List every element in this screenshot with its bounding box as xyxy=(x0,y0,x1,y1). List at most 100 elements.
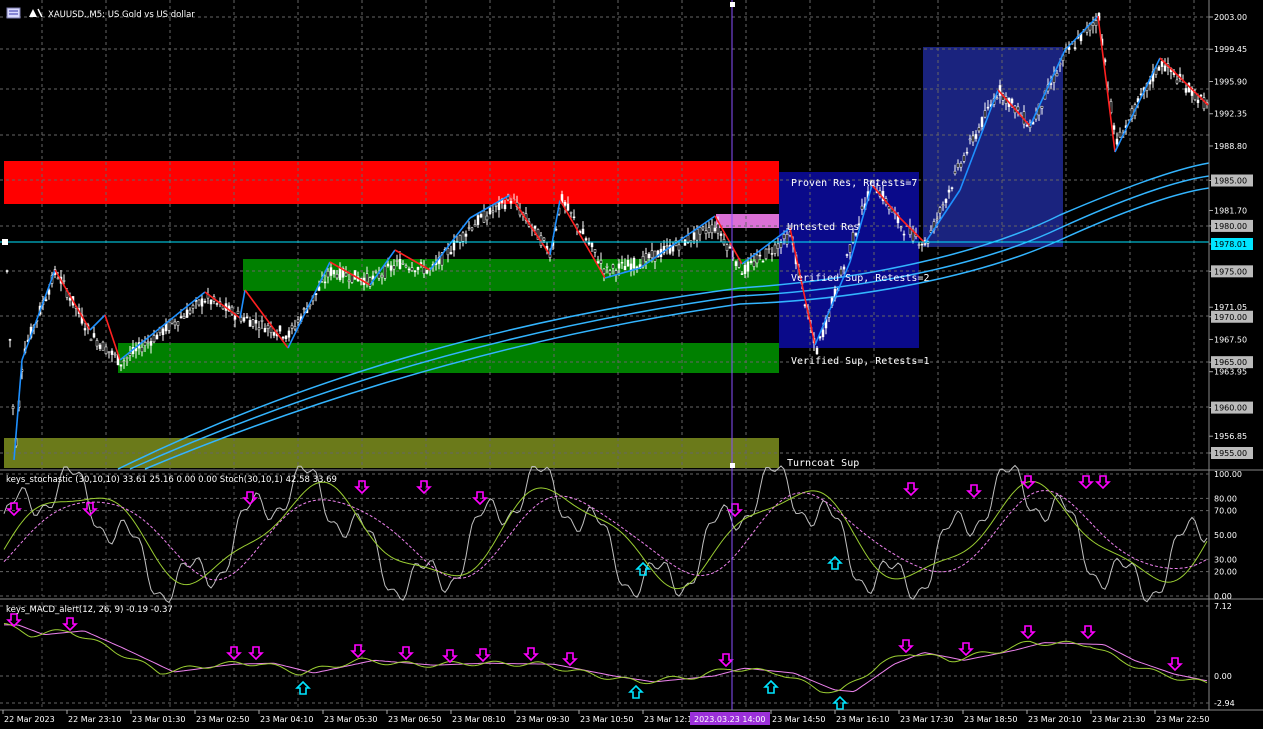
candle-body xyxy=(302,308,306,311)
candle-body xyxy=(716,223,720,234)
candle-body xyxy=(776,243,780,250)
crosshair-handle-bottom[interactable] xyxy=(730,463,735,468)
zone-label-verified-sup-2: Verified Sup, Retests=2 xyxy=(791,273,929,284)
macd-sell-arrow-icon xyxy=(562,652,578,667)
candle-body xyxy=(281,336,285,339)
candle-body xyxy=(599,260,603,264)
candle-body xyxy=(608,270,612,274)
candle-body xyxy=(380,274,384,278)
candle-body xyxy=(1160,61,1164,67)
candle-body xyxy=(1163,65,1167,72)
candle-body xyxy=(632,257,636,269)
candle-body xyxy=(89,338,93,342)
chart-window-icon[interactable] xyxy=(6,7,21,19)
macd-signal-line xyxy=(4,624,1208,693)
candle-body xyxy=(617,263,621,269)
candle-body xyxy=(413,270,417,273)
candle-body xyxy=(947,189,951,193)
candle-body xyxy=(365,273,369,283)
macd-axis-label: 7.12 xyxy=(1214,602,1232,611)
sell-signal-arrow-icon xyxy=(6,502,22,517)
stochastic-panel[interactable]: 100.00 80.00 70.00 50.00 30.00 20.00 0.00 keys… xyxy=(0,464,1242,604)
time-axis-label: 23 Mar 04:10 xyxy=(260,715,313,724)
candle-body xyxy=(713,227,717,232)
candle-body xyxy=(287,330,291,338)
time-axis-label: 23 Mar 16:10 xyxy=(836,715,889,724)
stochastic-axis-label: 70.00 xyxy=(1214,507,1237,516)
trading-chart[interactable]: Proven Res, Retests=7 Untested Res Verif… xyxy=(0,0,1263,729)
candle-body xyxy=(944,199,948,203)
macd-sell-arrow-icon xyxy=(1020,625,1036,640)
candle-body xyxy=(5,270,9,272)
candle-body xyxy=(98,344,102,349)
time-axis-label: 22 Mar 23:10 xyxy=(68,715,121,724)
candle-body xyxy=(392,265,396,270)
crosshair-handle-top[interactable] xyxy=(730,2,735,7)
candle-body xyxy=(101,341,105,351)
zone-label-turncoat-sup: Turncoat Sup xyxy=(787,458,859,469)
chart-title: XAUUSD.,M5: US Gold vs US dollar xyxy=(48,10,195,20)
price-line-handle-left[interactable] xyxy=(2,239,8,245)
candle-body xyxy=(1196,99,1200,103)
candle-body xyxy=(503,204,507,210)
candle-body xyxy=(470,227,474,231)
macd-sell-arrow-icon xyxy=(1080,625,1096,640)
candle-body xyxy=(482,210,486,223)
candle-body xyxy=(779,242,783,248)
stochastic-axis-label: 0.00 xyxy=(1214,592,1232,601)
candle-body xyxy=(719,233,723,236)
candle-body xyxy=(623,266,627,271)
price-panel[interactable]: Proven Res, Retests=7 Untested Res Verif… xyxy=(0,0,1210,470)
buy-signal-arrow-icon xyxy=(827,555,843,570)
candle-body xyxy=(476,215,480,225)
candle-body xyxy=(707,227,711,233)
candle-body xyxy=(284,335,288,339)
candle-body xyxy=(422,267,426,274)
macd-sell-arrow-icon xyxy=(442,649,458,664)
candle-body xyxy=(449,252,453,255)
candle-body xyxy=(1157,66,1161,71)
macd-panel[interactable]: 7.12 0.00 -2.94 keys_MACD_alert(12, 26, 9)… xyxy=(0,602,1235,710)
time-axis[interactable]: 22 Mar 2023 22 Mar 23:10 23 Mar 01:30 23 Ma… xyxy=(0,709,1263,729)
stochastic-axis-label: 20.00 xyxy=(1214,568,1237,577)
candle-body xyxy=(920,243,924,246)
zone-label-untested-res: Untested Res xyxy=(787,222,859,233)
zone-label-verified-sup-1: Verified Sup, Retests=1 xyxy=(791,356,929,367)
candle-body xyxy=(323,281,327,284)
price-axis-label: 1995.90 xyxy=(1214,77,1247,86)
candle-body xyxy=(851,232,855,243)
price-axis-label: 1980.00 xyxy=(1214,222,1247,231)
candle-body xyxy=(107,351,111,353)
candle-body xyxy=(1184,88,1188,93)
sell-signal-arrow-icon xyxy=(727,503,743,518)
candle-body xyxy=(389,265,393,271)
candle-body xyxy=(761,260,765,263)
candle-body xyxy=(815,347,819,355)
price-axis[interactable]: 2003.00 1999.45 1995.90 1992.35 1988.80 1985.… xyxy=(1209,13,1253,459)
price-axis-label: 1981.70 xyxy=(1214,206,1247,215)
candle-body xyxy=(332,270,336,275)
candle-body xyxy=(938,207,942,214)
candle-body xyxy=(146,341,150,344)
macd-sell-arrow-icon xyxy=(958,642,974,657)
resistance-zone xyxy=(4,161,779,204)
candle-body xyxy=(782,234,786,240)
candle-body xyxy=(488,207,492,215)
support-zone-lower xyxy=(118,343,779,373)
time-axis-label: 23 Mar 17:30 xyxy=(900,715,953,724)
candle-body xyxy=(278,325,282,332)
candle-body xyxy=(161,328,165,336)
candle-body xyxy=(566,203,570,211)
buy-signal-arrow-icon xyxy=(635,561,651,576)
price-axis-label: 1963.95 xyxy=(1214,368,1247,377)
candle-body xyxy=(95,340,99,347)
candle-body xyxy=(626,259,630,267)
stochastic-axis-label: 100.00 xyxy=(1214,470,1242,479)
candle-body xyxy=(1175,79,1179,84)
candle-body xyxy=(563,202,567,206)
candle-body xyxy=(494,204,498,207)
price-axis-label: 1967.50 xyxy=(1214,335,1247,344)
candle-body xyxy=(821,329,825,338)
time-axis-label: 23 Mar 09:30 xyxy=(516,715,569,724)
macd-axis-label: -2.94 xyxy=(1214,699,1235,708)
